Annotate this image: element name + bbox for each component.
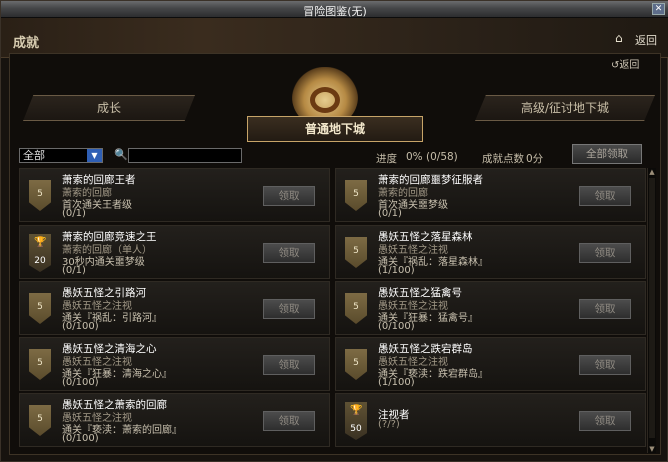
page-title: 成就 xyxy=(13,36,40,51)
achievement-progress: (1/100) xyxy=(378,377,415,388)
claim-button[interactable]: 领取 xyxy=(579,186,631,206)
achievement-badge: 5 xyxy=(29,349,51,380)
progress-count: (0/58) xyxy=(426,151,458,163)
trophy-badge: 🏆 50 xyxy=(345,402,367,440)
achievement-badge: 5 xyxy=(345,180,367,211)
achievement-grid: 5 萧索的回廊王者 萧索的回廊 首次通关王者级 (0/1) 领取 5 萧索的回廊… xyxy=(19,168,647,452)
achievement-card: 5 萧索的回廊噩梦征服者 萧索的回廊 首次通关噩梦级 (0/1) 领取 xyxy=(335,168,646,222)
claim-button[interactable]: 领取 xyxy=(263,355,315,375)
achievement-badge: 5 xyxy=(345,293,367,324)
claim-button[interactable]: 领取 xyxy=(263,299,315,319)
achievement-card: 5 萧索的回廊王者 萧索的回廊 首次通关王者级 (0/1) 领取 xyxy=(19,168,330,222)
achievement-badge: 5 xyxy=(345,237,367,268)
scroll-up-icon[interactable]: ▲ xyxy=(648,168,656,176)
claim-button[interactable]: 领取 xyxy=(263,186,315,206)
adventure-codex-window: 冒险图鉴(无) ✕ 成就 ⌂ 返回 ↺返回 成长 普通地下城 高级/征讨地下城 … xyxy=(0,0,668,462)
achievement-badge: 5 xyxy=(345,349,367,380)
tab-growth[interactable]: 成长 xyxy=(23,95,195,121)
achievement-progress: (1/100) xyxy=(378,265,415,276)
sub-return-button[interactable]: ↺返回 xyxy=(611,56,639,71)
search-icon: 🔍 xyxy=(114,148,128,161)
gear-emblem-icon xyxy=(310,87,340,113)
progress-value: 0% xyxy=(406,151,423,163)
progress-label: 进度 xyxy=(376,153,397,165)
trophy-icon: 🏆 xyxy=(34,237,47,248)
claim-button[interactable]: 领取 xyxy=(263,243,315,263)
home-icon[interactable]: ⌂ xyxy=(615,31,623,45)
achievement-progress: (0/100) xyxy=(62,433,99,444)
close-icon[interactable]: ✕ xyxy=(652,3,665,15)
claim-all-button[interactable]: 全部领取 xyxy=(572,144,642,164)
achievement-progress: (?/?) xyxy=(378,419,400,430)
claim-button[interactable]: 领取 xyxy=(579,299,631,319)
achievement-card: 5 愚妖五怪之猛禽号 愚妖五怪之注视 通关『狂暴：猛禽号』 (0/100) 领取 xyxy=(335,281,646,335)
achievement-progress: (0/100) xyxy=(378,321,415,332)
search-input[interactable] xyxy=(128,148,242,163)
points-label: 成就点数 xyxy=(482,153,524,165)
achievement-badge: 5 xyxy=(29,405,51,436)
trophy-icon: 🏆 xyxy=(350,405,363,416)
window-title: 冒险图鉴(无) xyxy=(303,5,367,18)
tab-normal-dungeon[interactable]: 普通地下城 xyxy=(247,116,423,142)
title-bar: 冒险图鉴(无) ✕ xyxy=(1,1,668,18)
achievement-card: 🏆 20 萧索的回廊竞速之王 萧索的回廊（单人） 30秒内通关噩梦级 (0/1)… xyxy=(19,225,330,279)
vertical-scrollbar[interactable]: ▲ ▼ xyxy=(647,168,656,453)
achievement-card: 5 愚妖五怪之引路河 愚妖五怪之注视 通关『祸乱：引路河』 (0/100) 领取 xyxy=(19,281,330,335)
achievement-badge: 5 xyxy=(29,293,51,324)
header-bar: 成就 ⌂ 返回 xyxy=(1,18,668,58)
trophy-badge: 🏆 20 xyxy=(29,234,51,272)
achievement-progress: (0/100) xyxy=(62,377,99,388)
achievement-card: 5 愚妖五怪之萧索的回廊 愚妖五怪之注视 通关『亵渎：萧索的回廊』 (0/100… xyxy=(19,393,330,447)
return-button[interactable]: 返回 xyxy=(635,32,657,48)
achievement-progress: (0/100) xyxy=(62,321,99,332)
claim-button[interactable]: 领取 xyxy=(579,411,631,431)
achievement-card: 5 愚妖五怪之落星森林 愚妖五怪之注视 通关『祸乱：落星森林』 (1/100) … xyxy=(335,225,646,279)
category-select[interactable]: 全部 ▼ xyxy=(19,148,103,163)
achievement-badge-value: 50 xyxy=(350,424,362,434)
claim-button[interactable]: 领取 xyxy=(263,411,315,431)
claim-button[interactable]: 领取 xyxy=(579,243,631,263)
claim-button[interactable]: 领取 xyxy=(579,355,631,375)
scroll-down-icon[interactable]: ▼ xyxy=(648,445,656,453)
chevron-down-icon[interactable]: ▼ xyxy=(87,149,102,162)
achievement-badge-value: 20 xyxy=(34,256,46,266)
achievement-progress: (0/1) xyxy=(62,265,86,276)
achievement-progress: (0/1) xyxy=(378,208,402,219)
achievement-badge: 5 xyxy=(29,180,51,211)
achievement-progress: (0/1) xyxy=(62,208,86,219)
scrollbar-thumb[interactable] xyxy=(649,178,655,438)
category-select-value: 全部 xyxy=(23,149,45,162)
tab-advanced-dungeon[interactable]: 高级/征讨地下城 xyxy=(475,95,655,121)
achievement-card: 5 愚妖五怪之跌宕群岛 愚妖五怪之注视 通关『亵渎：跌宕群岛』 (1/100) … xyxy=(335,337,646,391)
points-value: 0分 xyxy=(526,153,544,165)
achievement-card: 5 愚妖五怪之清海之心 愚妖五怪之注视 通关『狂暴：清海之心』 (0/100) … xyxy=(19,337,330,391)
sub-return-label: 返回 xyxy=(619,60,640,71)
achievement-card: 🏆 50 注视者 (?/?) 领取 xyxy=(335,393,646,447)
